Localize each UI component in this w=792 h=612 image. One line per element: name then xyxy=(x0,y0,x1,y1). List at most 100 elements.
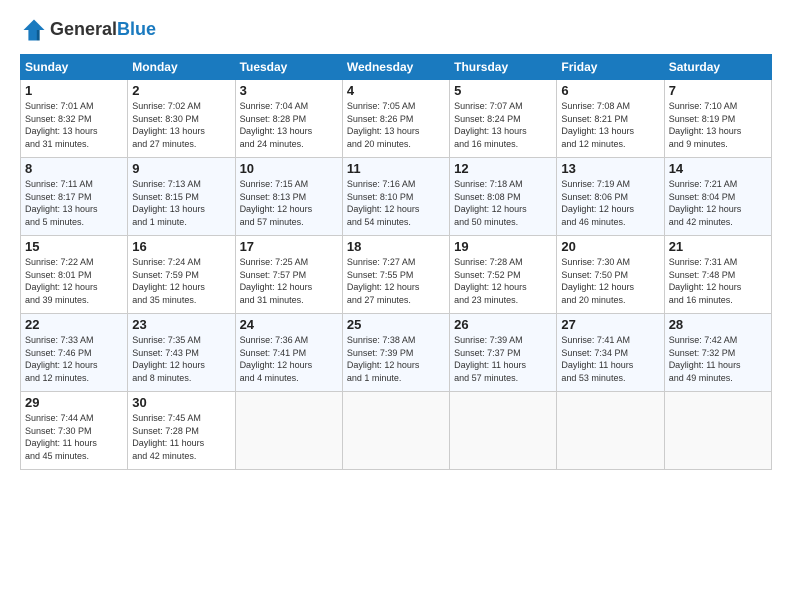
day-number: 8 xyxy=(25,161,123,176)
calendar-cell: 8 Sunrise: 7:11 AM Sunset: 8:17 PM Daylig… xyxy=(21,158,128,236)
day-number: 18 xyxy=(347,239,445,254)
calendar-cell: 7Sunrise: 7:10 AM Sunset: 8:19 PM Daylig… xyxy=(664,80,771,158)
day-info: Sunrise: 7:33 AM Sunset: 7:46 PM Dayligh… xyxy=(25,334,123,384)
day-number: 23 xyxy=(132,317,230,332)
day-info: Sunrise: 7:42 AM Sunset: 7:32 PM Dayligh… xyxy=(669,334,767,384)
day-number: 15 xyxy=(25,239,123,254)
day-info: Sunrise: 7:04 AM Sunset: 8:28 PM Dayligh… xyxy=(240,100,338,150)
calendar: SundayMondayTuesdayWednesdayThursdayFrid… xyxy=(20,54,772,470)
calendar-cell: 17 Sunrise: 7:25 AM Sunset: 7:57 PM Dayli… xyxy=(235,236,342,314)
weekday-header: Monday xyxy=(128,55,235,80)
calendar-cell: 25 Sunrise: 7:38 AM Sunset: 7:39 PM Dayli… xyxy=(342,314,449,392)
day-info: Sunrise: 7:25 AM Sunset: 7:57 PM Dayligh… xyxy=(240,256,338,306)
day-info: Sunrise: 7:44 AM Sunset: 7:30 PM Dayligh… xyxy=(25,412,123,462)
calendar-cell: 15 Sunrise: 7:22 AM Sunset: 8:01 PM Dayli… xyxy=(21,236,128,314)
calendar-cell: 28 Sunrise: 7:42 AM Sunset: 7:32 PM Dayli… xyxy=(664,314,771,392)
calendar-cell xyxy=(664,392,771,470)
day-info: Sunrise: 7:35 AM Sunset: 7:43 PM Dayligh… xyxy=(132,334,230,384)
day-number: 13 xyxy=(561,161,659,176)
weekday-header: Sunday xyxy=(21,55,128,80)
day-info: Sunrise: 7:18 AM Sunset: 8:08 PM Dayligh… xyxy=(454,178,552,228)
day-number: 21 xyxy=(669,239,767,254)
day-number: 11 xyxy=(347,161,445,176)
day-info: Sunrise: 7:13 AM Sunset: 8:15 PM Dayligh… xyxy=(132,178,230,228)
logo-icon xyxy=(20,16,48,44)
calendar-cell: 18 Sunrise: 7:27 AM Sunset: 7:55 PM Dayli… xyxy=(342,236,449,314)
calendar-cell: 30 Sunrise: 7:45 AM Sunset: 7:28 PM Dayli… xyxy=(128,392,235,470)
day-info: Sunrise: 7:01 AM Sunset: 8:32 PM Dayligh… xyxy=(25,100,123,150)
day-number: 2 xyxy=(132,83,230,98)
calendar-cell xyxy=(557,392,664,470)
day-number: 9 xyxy=(132,161,230,176)
day-info: Sunrise: 7:45 AM Sunset: 7:28 PM Dayligh… xyxy=(132,412,230,462)
weekday-header: Saturday xyxy=(664,55,771,80)
day-info: Sunrise: 7:36 AM Sunset: 7:41 PM Dayligh… xyxy=(240,334,338,384)
calendar-week-row: 1 Sunrise: 7:01 AM Sunset: 8:32 PM Daylig… xyxy=(21,80,772,158)
calendar-cell: 3 Sunrise: 7:04 AM Sunset: 8:28 PM Daylig… xyxy=(235,80,342,158)
day-info: Sunrise: 7:02 AM Sunset: 8:30 PM Dayligh… xyxy=(132,100,230,150)
day-info: Sunrise: 7:21 AM Sunset: 8:04 PM Dayligh… xyxy=(669,178,767,228)
calendar-cell: 24 Sunrise: 7:36 AM Sunset: 7:41 PM Dayli… xyxy=(235,314,342,392)
calendar-cell: 4 Sunrise: 7:05 AM Sunset: 8:26 PM Daylig… xyxy=(342,80,449,158)
weekday-header: Wednesday xyxy=(342,55,449,80)
day-info: Sunrise: 7:08 AM Sunset: 8:21 PM Dayligh… xyxy=(561,100,659,150)
day-info: Sunrise: 7:27 AM Sunset: 7:55 PM Dayligh… xyxy=(347,256,445,306)
header: GeneralBlue xyxy=(20,16,772,44)
day-info: Sunrise: 7:30 AM Sunset: 7:50 PM Dayligh… xyxy=(561,256,659,306)
calendar-cell: 26 Sunrise: 7:39 AM Sunset: 7:37 PM Dayli… xyxy=(450,314,557,392)
day-number: 12 xyxy=(454,161,552,176)
day-number: 28 xyxy=(669,317,767,332)
day-info: Sunrise: 7:24 AM Sunset: 7:59 PM Dayligh… xyxy=(132,256,230,306)
calendar-week-row: 15 Sunrise: 7:22 AM Sunset: 8:01 PM Dayli… xyxy=(21,236,772,314)
calendar-cell: 1 Sunrise: 7:01 AM Sunset: 8:32 PM Daylig… xyxy=(21,80,128,158)
day-info: Sunrise: 7:07 AM Sunset: 8:24 PM Dayligh… xyxy=(454,100,552,150)
day-number: 22 xyxy=(25,317,123,332)
day-number: 27 xyxy=(561,317,659,332)
day-info: Sunrise: 7:10 AM Sunset: 8:19 PM Dayligh… xyxy=(669,100,767,150)
calendar-cell: 29Sunrise: 7:44 AM Sunset: 7:30 PM Dayli… xyxy=(21,392,128,470)
day-number: 19 xyxy=(454,239,552,254)
calendar-cell: 20Sunrise: 7:30 AM Sunset: 7:50 PM Dayli… xyxy=(557,236,664,314)
day-number: 6 xyxy=(561,83,659,98)
day-info: Sunrise: 7:28 AM Sunset: 7:52 PM Dayligh… xyxy=(454,256,552,306)
calendar-cell: 6 Sunrise: 7:08 AM Sunset: 8:21 PM Daylig… xyxy=(557,80,664,158)
day-info: Sunrise: 7:41 AM Sunset: 7:34 PM Dayligh… xyxy=(561,334,659,384)
calendar-cell: 9 Sunrise: 7:13 AM Sunset: 8:15 PM Daylig… xyxy=(128,158,235,236)
day-info: Sunrise: 7:31 AM Sunset: 7:48 PM Dayligh… xyxy=(669,256,767,306)
day-info: Sunrise: 7:39 AM Sunset: 7:37 PM Dayligh… xyxy=(454,334,552,384)
day-number: 30 xyxy=(132,395,230,410)
day-number: 26 xyxy=(454,317,552,332)
day-number: 16 xyxy=(132,239,230,254)
calendar-week-row: 29Sunrise: 7:44 AM Sunset: 7:30 PM Dayli… xyxy=(21,392,772,470)
calendar-cell: 21 Sunrise: 7:31 AM Sunset: 7:48 PM Dayli… xyxy=(664,236,771,314)
calendar-cell: 11 Sunrise: 7:16 AM Sunset: 8:10 PM Dayli… xyxy=(342,158,449,236)
calendar-cell: 16 Sunrise: 7:24 AM Sunset: 7:59 PM Dayli… xyxy=(128,236,235,314)
day-number: 5 xyxy=(454,83,552,98)
day-number: 17 xyxy=(240,239,338,254)
day-number: 24 xyxy=(240,317,338,332)
day-number: 14 xyxy=(669,161,767,176)
day-info: Sunrise: 7:15 AM Sunset: 8:13 PM Dayligh… xyxy=(240,178,338,228)
day-number: 25 xyxy=(347,317,445,332)
calendar-cell: 14 Sunrise: 7:21 AM Sunset: 8:04 PM Dayli… xyxy=(664,158,771,236)
calendar-cell: 5 Sunrise: 7:07 AM Sunset: 8:24 PM Daylig… xyxy=(450,80,557,158)
day-number: 3 xyxy=(240,83,338,98)
day-info: Sunrise: 7:05 AM Sunset: 8:26 PM Dayligh… xyxy=(347,100,445,150)
day-info: Sunrise: 7:19 AM Sunset: 8:06 PM Dayligh… xyxy=(561,178,659,228)
calendar-cell: 2 Sunrise: 7:02 AM Sunset: 8:30 PM Daylig… xyxy=(128,80,235,158)
day-info: Sunrise: 7:11 AM Sunset: 8:17 PM Dayligh… xyxy=(25,178,123,228)
weekday-header: Thursday xyxy=(450,55,557,80)
day-number: 1 xyxy=(25,83,123,98)
calendar-cell: 19 Sunrise: 7:28 AM Sunset: 7:52 PM Dayli… xyxy=(450,236,557,314)
day-info: Sunrise: 7:16 AM Sunset: 8:10 PM Dayligh… xyxy=(347,178,445,228)
weekday-header: Friday xyxy=(557,55,664,80)
day-info: Sunrise: 7:22 AM Sunset: 8:01 PM Dayligh… xyxy=(25,256,123,306)
day-number: 4 xyxy=(347,83,445,98)
calendar-cell: 13 Sunrise: 7:19 AM Sunset: 8:06 PM Dayli… xyxy=(557,158,664,236)
calendar-cell: 10 Sunrise: 7:15 AM Sunset: 8:13 PM Dayli… xyxy=(235,158,342,236)
calendar-cell xyxy=(235,392,342,470)
day-number: 10 xyxy=(240,161,338,176)
calendar-cell: 22 Sunrise: 7:33 AM Sunset: 7:46 PM Dayli… xyxy=(21,314,128,392)
day-info: Sunrise: 7:38 AM Sunset: 7:39 PM Dayligh… xyxy=(347,334,445,384)
calendar-cell: 27 Sunrise: 7:41 AM Sunset: 7:34 PM Dayli… xyxy=(557,314,664,392)
